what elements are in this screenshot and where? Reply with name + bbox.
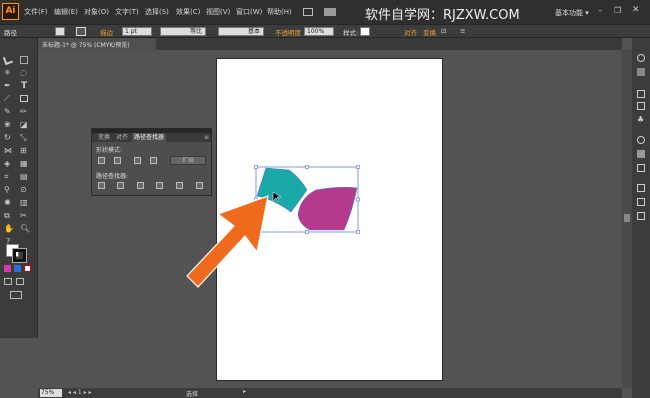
gradient-panel-icon[interactable] [637,150,645,158]
merge-icon[interactable] [137,182,144,189]
magenta-shape[interactable] [297,187,358,231]
pathfinder-panel: 变换 对齐 路径查找器 ≡ 形状模式: 扩展 路径查找器: [91,128,212,196]
zoom-field[interactable]: 75% [40,389,62,397]
layers-icon[interactable] [637,198,645,206]
tab-transform[interactable]: 变换 [96,133,112,142]
trim-icon[interactable] [117,182,124,189]
artwork-layer [186,165,360,288]
scroll-thumb[interactable] [624,214,630,222]
swatches-icon[interactable] [637,90,645,98]
stroke-panel-icon[interactable] [637,136,645,144]
selection-handle[interactable] [254,165,258,169]
vertical-scrollbar[interactable] [622,50,632,388]
color-panel-icon[interactable] [637,54,645,62]
symbols-icon[interactable]: ♣ [637,115,644,124]
divide-icon[interactable] [98,182,105,189]
outline-icon[interactable] [176,182,183,189]
status-bar: 75% ◂ ◂ 1 ▸ ▸ 选择 ▸ [38,388,622,398]
minus-front-icon[interactable] [114,157,121,164]
selection-handle[interactable] [305,165,309,169]
selection-handle[interactable] [305,230,309,234]
shape-modes-label: 形状模式: [96,147,123,154]
tab-pathfinder[interactable]: 路径查找器 [132,133,167,142]
selection-handle[interactable] [356,230,360,234]
selection-handle[interactable] [356,165,360,169]
panel-tabs: 变换 对齐 路径查找器 ≡ [92,133,211,142]
panel-menu-icon[interactable]: ≡ [202,133,211,142]
unite-icon[interactable] [98,157,105,164]
artboard-nav-icon[interactable]: ◂ ◂ 1 ▸ ▸ [68,389,92,396]
transparency-icon[interactable] [637,164,645,172]
expand-button[interactable]: 扩展 [170,156,206,165]
color-guide-icon[interactable] [637,68,645,76]
crop-icon[interactable] [156,182,163,189]
exclude-icon[interactable] [150,157,157,164]
tab-align[interactable]: 对齐 [114,133,130,142]
pathfinders-label: 路径查找器: [96,173,129,180]
intersect-icon[interactable] [134,157,141,164]
brushes-icon[interactable] [637,102,645,110]
status-arrow-icon[interactable]: ▸ [243,388,246,395]
status-text: 选择 [186,391,199,398]
selection-handle[interactable] [356,197,360,202]
panel-dock: ♣ [632,38,650,398]
minus-back-icon[interactable] [196,182,203,189]
artboards-icon[interactable] [637,212,645,220]
orange-arrow-icon [186,195,269,288]
appearance-icon[interactable] [637,184,645,192]
